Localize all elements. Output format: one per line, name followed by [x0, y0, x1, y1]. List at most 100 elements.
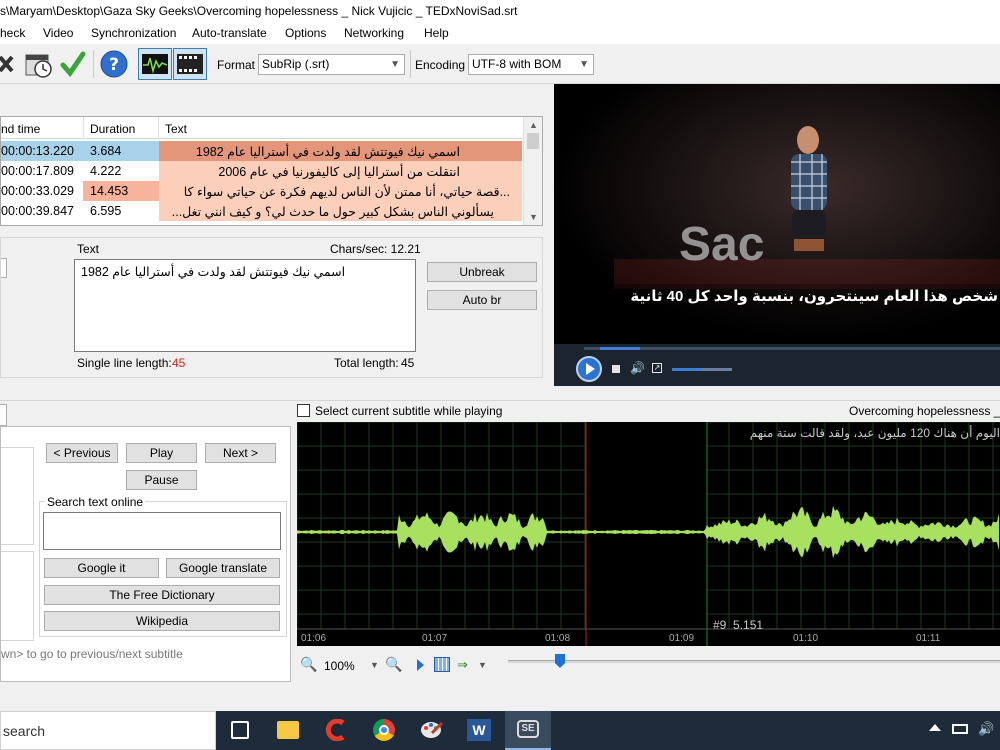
- zoom-in-icon[interactable]: 🔍: [385, 656, 402, 673]
- tick-label: 01:07: [422, 633, 448, 644]
- search-text-input[interactable]: [43, 512, 281, 550]
- tab-stub[interactable]: [0, 404, 7, 426]
- table-row[interactable]: 00:00:39.847 6.595 يسألوني الناس بشكل كب…: [1, 201, 522, 221]
- play-selection-icon[interactable]: [417, 659, 424, 671]
- waveform-filename: Overcoming hopelessness _ N: [849, 404, 1000, 418]
- video-toggle-icon[interactable]: [173, 48, 207, 80]
- play-button[interactable]: Play: [126, 443, 197, 463]
- subtitle-list: nd time Duration Text 00:00:13.220 3.684…: [0, 116, 543, 226]
- menu-check[interactable]: heck: [0, 26, 25, 40]
- search-text-online-group: Search text online Google it Google tran…: [39, 495, 287, 637]
- table-row[interactable]: 00:00:33.029 14.453 ...قصة حياتي، أنا مم…: [1, 181, 522, 201]
- row-duration: 6.595: [90, 204, 122, 218]
- row-duration: 14.453: [90, 184, 129, 198]
- row-end-time: 00:00:13.220: [1, 144, 74, 158]
- subtitle-list-scrollbar[interactable]: ▲ ▼: [523, 117, 542, 225]
- column-end-time[interactable]: nd time: [1, 122, 40, 136]
- chevron-down-icon[interactable]: ▼: [478, 660, 487, 670]
- scroll-up-icon[interactable]: ▲: [529, 120, 538, 130]
- zoom-out-icon[interactable]: 🔍: [300, 656, 317, 673]
- subtitle-text-value: اسمي نيك فيوتتش لقد ولدت في أستراليا عام…: [81, 265, 346, 279]
- waveform-position-slider[interactable]: [508, 660, 1000, 663]
- tools-icon[interactable]: [0, 49, 14, 79]
- row-end-time: 00:00:39.847: [1, 204, 74, 218]
- check-icon[interactable]: [60, 49, 86, 79]
- table-row[interactable]: 00:00:13.220 3.684 اسمي نيك فيوتتش لقد و…: [1, 141, 522, 161]
- adjust-times-icon[interactable]: [24, 49, 54, 79]
- play-button[interactable]: [576, 356, 602, 382]
- video-controls: 🔊 ↗: [554, 344, 1000, 386]
- volume-icon[interactable]: 🔊: [630, 361, 645, 375]
- fullscreen-icon[interactable]: ↗: [652, 363, 662, 373]
- row-text: ...قصة حياتي، أنا ممتن لأن الناس لديهم ف…: [183, 185, 510, 199]
- google-it-button[interactable]: Google it: [44, 558, 159, 578]
- row-end-time: 00:00:17.809: [1, 164, 74, 178]
- battery-icon[interactable]: [952, 724, 968, 734]
- video-subtitle: شخص هذا العام سينتحرون، بنسبة واحد كل 40…: [630, 288, 998, 305]
- auto-br-button[interactable]: Auto br: [427, 290, 537, 310]
- column-text[interactable]: Text: [165, 122, 187, 136]
- zoom-level[interactable]: 100%: [324, 659, 355, 673]
- pause-button[interactable]: Pause: [126, 470, 197, 490]
- subtitle-text-editor[interactable]: اسمي نيك فيوتتش لقد ولدت في أستراليا عام…: [74, 259, 416, 352]
- waveform[interactable]: اليوم أن هناك 120 مليون عبد، ولقد قالت س…: [297, 422, 1000, 646]
- menu-auto-translate[interactable]: Auto-translate: [192, 26, 267, 40]
- ccleaner-icon[interactable]: [324, 718, 348, 742]
- window-title: s\Maryam\Desktop\Gaza Sky Geeks\Overcomi…: [0, 0, 1000, 22]
- waveform-toggle-icon[interactable]: [138, 48, 172, 80]
- show-hidden-icons-icon[interactable]: [929, 724, 941, 731]
- toolbar-separator: [410, 50, 411, 78]
- format-select[interactable]: SubRip (.srt) ▼: [258, 54, 405, 75]
- file-explorer-icon[interactable]: [277, 721, 299, 739]
- panel-stub: [1, 447, 34, 545]
- menu-networking[interactable]: Networking: [344, 26, 404, 40]
- waveform-canvas: [297, 422, 1000, 646]
- row-text: انتقلت من أستراليا إلى كاليفورنيا في عام…: [218, 165, 460, 179]
- chrome-icon[interactable]: [373, 719, 395, 741]
- free-dictionary-button[interactable]: The Free Dictionary: [44, 585, 280, 605]
- tick-label: 01:06: [301, 633, 327, 644]
- chevron-down-icon[interactable]: ▼: [370, 660, 379, 670]
- subtitle-list-header: nd time Duration Text: [1, 117, 522, 139]
- encoding-label: Encoding: [415, 58, 466, 72]
- column-duration[interactable]: Duration: [90, 122, 135, 136]
- navigation-panel: < Previous Play Next > Pause Search text…: [0, 426, 291, 682]
- splitter[interactable]: [0, 400, 1000, 401]
- paint-icon[interactable]: [420, 719, 444, 741]
- video-progress[interactable]: [600, 347, 640, 350]
- menu-video[interactable]: Video: [43, 26, 73, 40]
- word-icon[interactable]: W: [467, 719, 491, 741]
- tick-label: 01:11: [916, 633, 941, 644]
- svg-text:Sac: Sac: [679, 218, 764, 271]
- scroll-down-icon[interactable]: ▼: [529, 212, 538, 222]
- scroll-thumb[interactable]: [527, 133, 539, 149]
- chevron-down-icon: ▼: [390, 59, 400, 70]
- format-value: SubRip (.srt): [262, 57, 330, 71]
- format-label: Format: [217, 58, 256, 72]
- fast-forward-icon[interactable]: ⇒: [457, 657, 468, 673]
- menu-help[interactable]: Help: [424, 26, 449, 40]
- waveform-segment-info: #9 5.151: [713, 618, 764, 632]
- next-button[interactable]: Next >: [205, 443, 276, 463]
- subtitle-edit-taskbar-icon[interactable]: SE: [505, 711, 551, 750]
- slider-thumb[interactable]: [555, 654, 565, 668]
- stop-icon[interactable]: [612, 365, 620, 373]
- spectrogram-icon[interactable]: [434, 657, 450, 672]
- speaker-icon[interactable]: 🔊: [978, 721, 994, 737]
- menu-options[interactable]: Options: [285, 26, 326, 40]
- number-stepper[interactable]: [1, 258, 7, 278]
- help-icon[interactable]: ?: [99, 49, 129, 79]
- svg-text:?: ?: [109, 55, 119, 75]
- select-subtitle-checkbox[interactable]: [297, 404, 310, 417]
- tick-label: 01:08: [545, 633, 571, 644]
- previous-button[interactable]: < Previous: [46, 443, 118, 463]
- table-row[interactable]: 00:00:17.809 4.222 انتقلت من أستراليا إل…: [1, 161, 522, 181]
- unbreak-button[interactable]: Unbreak: [427, 262, 537, 282]
- encoding-select[interactable]: UTF-8 with BOM ▼: [468, 54, 594, 75]
- menu-synchronization[interactable]: Synchronization: [91, 26, 176, 40]
- task-view-icon[interactable]: [231, 721, 249, 739]
- wikipedia-button[interactable]: Wikipedia: [44, 611, 280, 631]
- video-player[interactable]: Sac شخص هذا العام سينتحرون، بنسبة واحد ك…: [554, 84, 1000, 386]
- taskbar-search-box[interactable]: search: [0, 711, 216, 750]
- google-translate-button[interactable]: Google translate: [166, 558, 280, 578]
